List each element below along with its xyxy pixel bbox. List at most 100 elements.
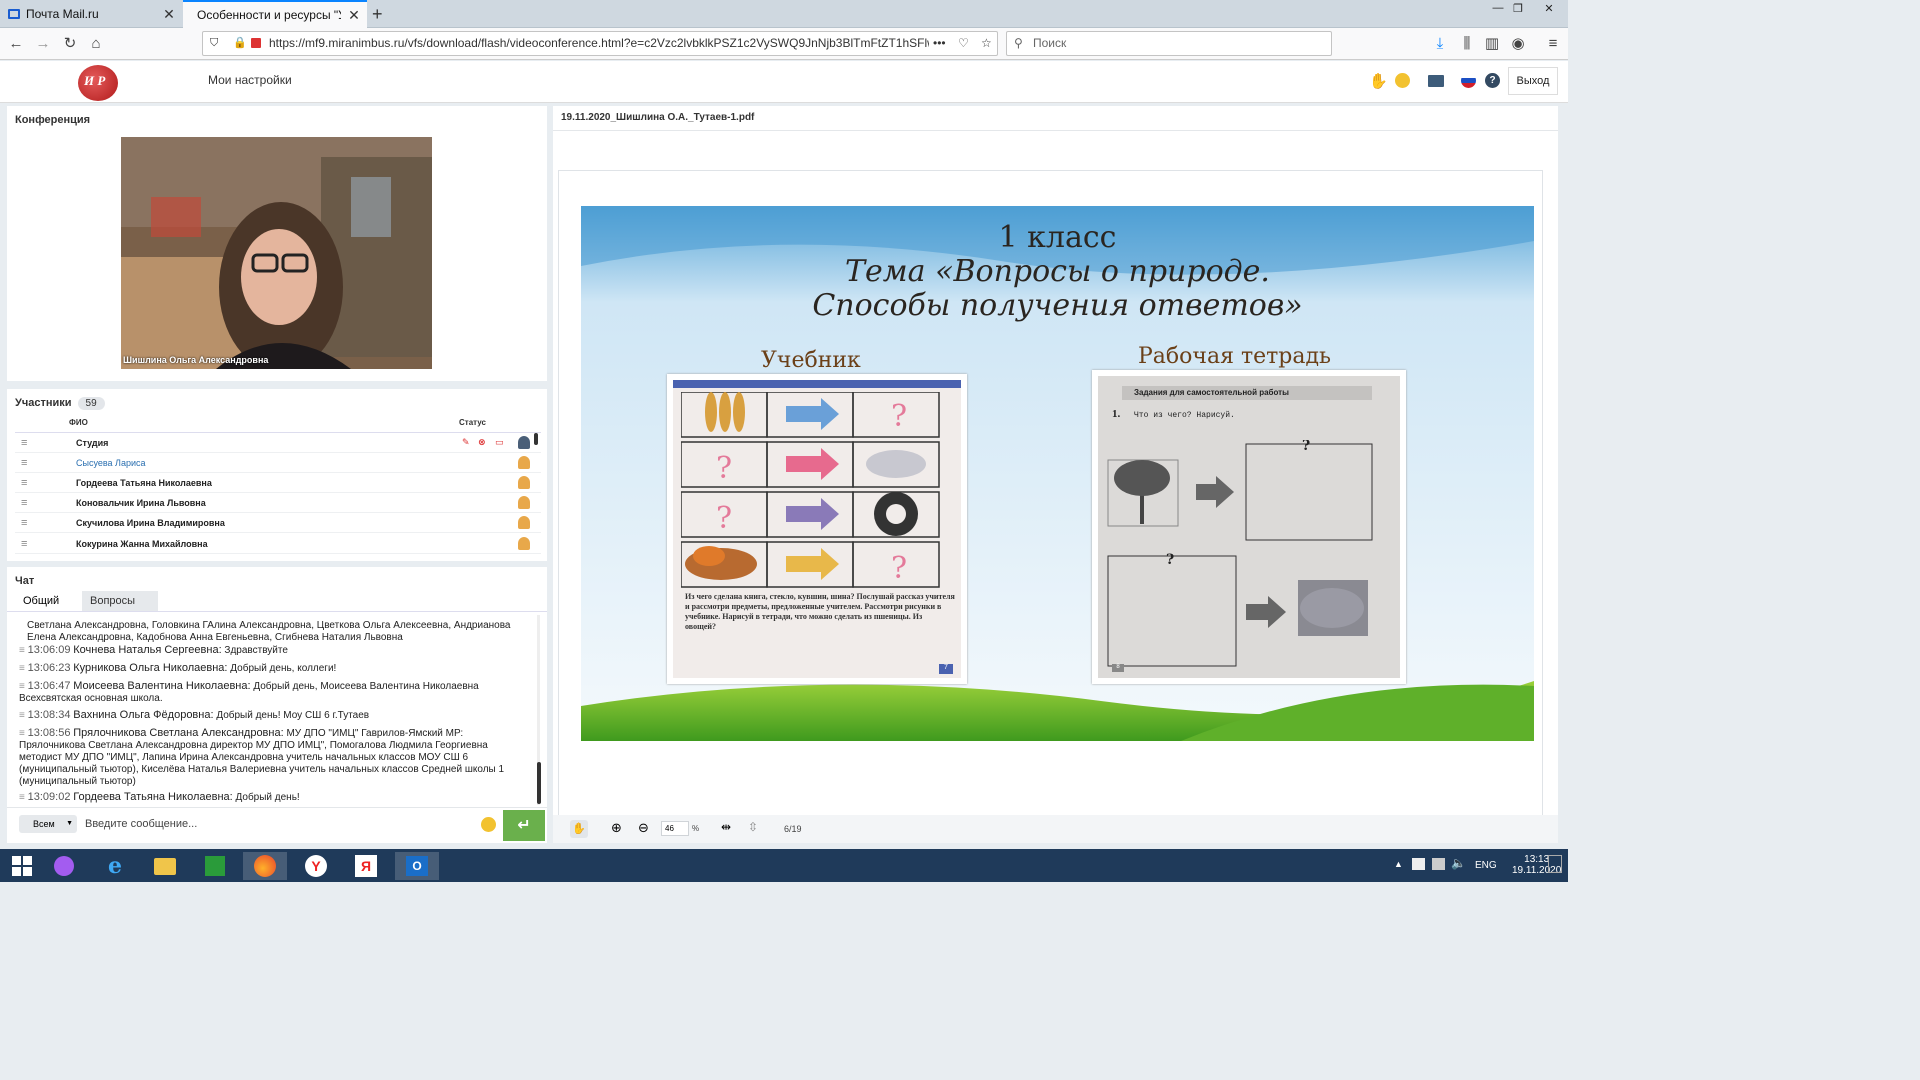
drag-handle-icon[interactable]: ≡ [21,457,27,469]
participants-panel: Участники 59 ФИО Статус ≡ Студия ✎ ⊗ ▭ ≡ … [7,389,547,561]
chat-input[interactable]: Введите сообщение... [85,818,197,830]
participants-label: Участники [15,397,72,409]
chat-time: 13:06:23 [27,662,71,674]
notifications-icon[interactable] [1548,855,1562,873]
windows-start-icon[interactable] [0,852,44,880]
my-settings-link[interactable]: Мои настройки [208,73,292,87]
firefox-icon[interactable] [243,852,287,880]
back-icon[interactable]: ← [6,34,26,54]
drag-handle-icon: ≡ [19,663,25,674]
tab-mail-title: Почта Mail.ru [26,7,99,21]
file-explorer-icon[interactable] [143,852,187,880]
participant-row[interactable]: ≡ Гордеева Татьяна Николаевна [15,473,541,493]
blocked-media-icon [251,38,261,48]
reload-icon[interactable]: ↻ [60,34,80,54]
tab-questions[interactable]: Вопросы [82,591,158,611]
raise-hand-icon[interactable]: ✋ [1369,72,1388,90]
participants-count: 59 [77,397,105,410]
close-icon[interactable]: ✕ [156,6,182,23]
home-icon[interactable]: ⌂ [86,34,106,54]
drag-handle-icon[interactable]: ≡ [21,497,27,509]
chat-time: 13:08:34 [27,709,71,721]
folder-icon[interactable] [1428,75,1444,87]
drag-handle-icon[interactable]: ≡ [21,538,27,550]
chat-author: Моисеева Валентина Николаевна: [73,680,251,692]
conference-title: Конференция [15,114,91,126]
question-mark: ? [716,451,732,486]
emoji-icon[interactable] [481,817,496,832]
more-icon[interactable]: ••• [933,32,946,55]
close-window-button[interactable]: ✕ [1534,2,1564,20]
volume-icon[interactable]: 🔈 [1451,856,1466,870]
chat-scrollbar-thumb[interactable] [537,762,541,804]
internet-explorer-icon[interactable]: e [93,852,137,880]
recipient-select[interactable]: Всем ▼ [19,815,77,833]
zoom-input[interactable]: 46 [661,821,689,836]
emoji-icon[interactable] [1395,73,1410,88]
sidebar-icon[interactable]: ▥ [1482,34,1502,54]
pan-hand-icon[interactable]: ✋ [570,820,588,838]
question-mark: ? [891,551,907,586]
russian-flag-icon[interactable] [1461,73,1476,88]
zoom-out-icon[interactable]: ⊖ [638,820,649,836]
tray-chevron-icon[interactable]: ▲ [1394,859,1403,869]
tab-general[interactable]: Общий [15,591,79,611]
textbook-page-number: 7 [939,664,953,674]
participant-row[interactable]: ≡ Студия ✎ ⊗ ▭ [15,433,541,453]
fit-page-icon[interactable]: ⇳ [748,820,758,834]
exit-button[interactable]: Выход [1508,67,1558,95]
network-icon[interactable] [1412,858,1425,870]
chat-time: 13:06:09 [27,644,71,656]
user-icon [518,456,530,469]
drag-handle-icon[interactable]: ≡ [21,477,27,489]
forward-icon[interactable]: → [33,34,53,54]
participant-row[interactable]: ≡ Кокурина Жанна Михайловна [15,534,541,554]
chat-time: 13:08:56 [27,727,71,739]
participant-row[interactable]: ≡ Скучилова Ирина Владимировна [15,513,541,533]
device-icon[interactable] [1432,858,1445,870]
yandex-browser-icon[interactable]: Y [294,852,338,880]
speaker-video[interactable]: Шишлина Ольга Александровна [121,137,432,369]
participant-row[interactable]: ≡ Сысуева Лариса [15,453,541,473]
app-header: И Р Мои настройки ✋ ? Выход [0,61,1568,103]
library-icon[interactable]: ⫼ [1457,34,1477,54]
new-tab-button[interactable]: + [372,4,383,25]
drag-handle-icon[interactable]: ≡ [21,437,27,449]
search-input[interactable]: ⚲ Поиск [1006,31,1332,56]
fit-width-icon[interactable]: ⇹ [721,820,731,834]
close-icon[interactable]: ✕ [341,7,367,24]
drag-handle-icon[interactable]: ≡ [21,517,27,529]
zoom-in-icon[interactable]: ⊕ [611,820,622,836]
pocket-icon[interactable]: ♡ [958,32,969,55]
column-name-header: ФИО [69,418,88,427]
menu-icon[interactable]: ≡ [1543,34,1563,54]
mic-off-icon[interactable]: ✎ [462,437,470,448]
outlook-icon[interactable]: O [395,852,439,880]
restore-button[interactable]: ❐ [1503,2,1533,20]
drag-handle-icon: ≡ [19,728,25,739]
textbook-label: Учебник [761,348,861,373]
help-icon[interactable]: ? [1485,73,1500,88]
send-button[interactable]: ↵ [503,810,545,841]
doc-title-divider [553,130,1558,131]
account-icon[interactable]: ◉ [1508,34,1528,54]
tab-conference[interactable]: Особенности и ресурсы "УМК НО ✕ [183,0,367,28]
chat-title: Чат [15,575,35,587]
participant-row[interactable]: ≡ Коновальчик Ирина Львовна [15,493,541,513]
yandex-icon[interactable]: Я [344,852,388,880]
url-bar[interactable]: ⛉ 🔒 https://mf9.miranimbus.ru/vfs/downlo… [202,31,998,56]
language-indicator[interactable]: ENG [1475,860,1497,871]
workbook-task-text: Что из чего? Нарисуй. [1134,411,1235,420]
drag-handle-icon: ≡ [19,645,25,656]
download-icon[interactable]: ⤓ [1430,34,1450,54]
chat-text: Добрый день, коллеги! [230,663,337,674]
shield-icon: ⛉ [210,37,219,49]
participant-name: Коновальчик Ирина Львовна [76,498,206,508]
alice-assistant-icon[interactable] [42,852,86,880]
store-icon[interactable] [193,852,237,880]
screen-off-icon[interactable]: ▭ [495,437,504,448]
camera-off-icon[interactable]: ⊗ [478,437,486,448]
bookmark-star-icon[interactable]: ☆ [981,32,992,55]
textbook-pictures: ? ? ? ? [681,392,940,588]
tab-mail[interactable]: Почта Mail.ru ✕ [0,0,182,28]
